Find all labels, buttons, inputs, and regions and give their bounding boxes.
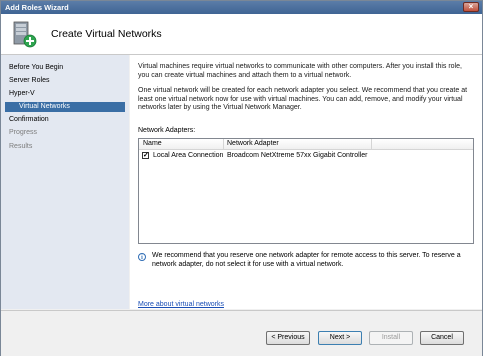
next-button[interactable]: Next > — [318, 331, 362, 345]
close-icon: × — [468, 2, 474, 11]
window-title: Add Roles Wizard — [5, 3, 69, 12]
column-header-name[interactable]: Name — [143, 140, 162, 147]
nav-item-progress: Progress — [9, 129, 38, 136]
server-roles-add-icon — [13, 21, 37, 48]
wizard-footer: < Previous Next > Install Cancel — [1, 310, 482, 356]
install-button: Install — [369, 331, 413, 345]
nav-item-before-you-begin[interactable]: Before You Begin — [9, 64, 63, 71]
wizard-window: Add Roles Wizard × Create Virtual Networ… — [0, 0, 483, 356]
checkmark-icon: ✓ — [143, 152, 149, 159]
nav-item-virtual-networks[interactable]: Virtual Networks — [5, 102, 125, 112]
network-adapters-table[interactable]: Name Network Adapter ✓ Local Area Connec… — [138, 138, 474, 244]
cancel-button[interactable]: Cancel — [420, 331, 464, 345]
table-row[interactable]: ✓ Local Area Connection Broadcom NetXtre… — [141, 151, 471, 161]
description-paragraph: One virtual network will be created for … — [138, 87, 468, 111]
adapter-description-cell: Broadcom NetXtreme 57xx Gigabit Controll… — [227, 152, 368, 159]
adapter-checkbox[interactable]: ✓ — [142, 152, 149, 159]
network-adapters-label: Network Adapters: — [138, 127, 196, 134]
wizard-header: Create Virtual Networks — [1, 14, 482, 55]
wizard-nav: Before You Begin Server Roles Hyper-V Vi… — [1, 55, 129, 309]
previous-button[interactable]: < Previous — [266, 331, 310, 345]
adapter-name-cell: Local Area Connection — [153, 152, 224, 159]
info-message: We recommend that you reserve one networ… — [152, 252, 461, 268]
more-about-virtual-networks-link[interactable]: More about virtual networks — [138, 301, 224, 308]
table-header: Name Network Adapter — [139, 139, 473, 150]
intro-paragraph: Virtual machines require virtual network… — [138, 63, 462, 79]
page-title: Create Virtual Networks — [51, 28, 162, 40]
nav-item-confirmation[interactable]: Confirmation — [9, 116, 49, 123]
nav-item-server-roles[interactable]: Server Roles — [9, 77, 49, 84]
nav-item-results: Results — [9, 143, 33, 150]
title-bar[interactable]: Add Roles Wizard × — [1, 1, 482, 14]
info-icon: i — [138, 253, 146, 261]
column-divider[interactable] — [223, 139, 224, 149]
nav-item-hyper-v[interactable]: Hyper-V — [9, 90, 35, 97]
column-divider[interactable] — [371, 139, 372, 149]
wizard-content: Virtual machines require virtual network… — [130, 55, 482, 309]
close-button[interactable]: × — [463, 2, 479, 12]
column-header-network-adapter[interactable]: Network Adapter — [227, 140, 279, 147]
